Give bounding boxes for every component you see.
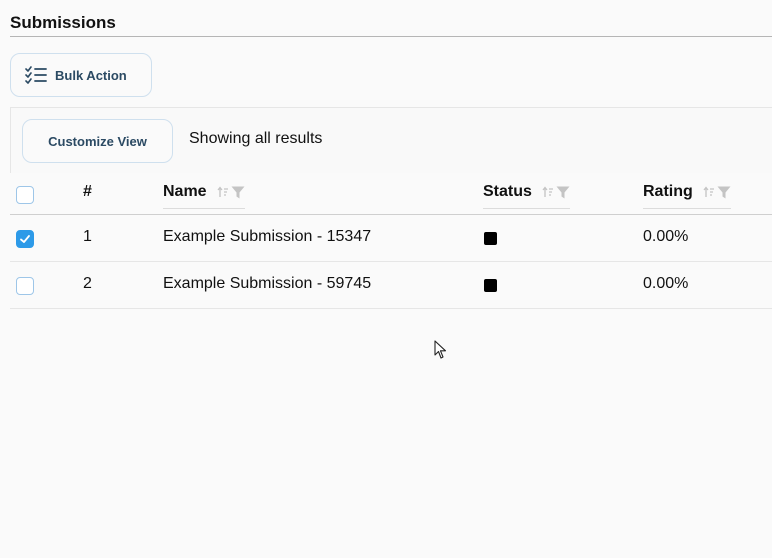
bulk-action-label: Bulk Action	[55, 67, 127, 83]
submissions-page: Submissions Bulk Action Customize View S…	[0, 0, 772, 558]
column-header-name[interactable]: Name	[163, 183, 245, 209]
view-toolbar: Customize View Showing all results	[10, 107, 772, 173]
row-name: Example Submission - 59745	[163, 275, 372, 292]
select-all-checkbox[interactable]	[16, 186, 34, 204]
row-checkbox[interactable]	[16, 277, 34, 295]
checklist-icon	[25, 66, 47, 84]
table-row[interactable]: 2 Example Submission - 59745 0.00%	[10, 262, 772, 309]
column-header-status-label: Status	[483, 183, 532, 200]
row-rating: 0.00%	[643, 275, 689, 292]
row-name: Example Submission - 15347	[163, 228, 372, 245]
filter-icon[interactable]	[717, 186, 731, 199]
submissions-table: # Name Status Rating 1 Example Submissio…	[10, 173, 772, 309]
table-row[interactable]: 1 Example Submission - 15347 0.00%	[10, 215, 772, 262]
column-header-rating-label: Rating	[643, 183, 693, 200]
page-title: Submissions	[10, 13, 116, 32]
row-number: 1	[83, 228, 92, 245]
row-number: 2	[83, 275, 92, 292]
customize-view-button[interactable]: Customize View	[22, 119, 173, 163]
filter-icon[interactable]	[556, 186, 570, 199]
bulk-action-button[interactable]: Bulk Action	[10, 53, 152, 97]
sort-icon[interactable]	[217, 186, 231, 198]
status-indicator	[484, 279, 497, 292]
column-header-status[interactable]: Status	[483, 183, 570, 209]
column-header-name-label: Name	[163, 183, 207, 200]
title-divider	[10, 36, 772, 37]
results-summary: Showing all results	[189, 130, 323, 147]
column-header-rating[interactable]: Rating	[643, 183, 731, 209]
filter-icon[interactable]	[231, 186, 245, 199]
row-rating: 0.00%	[643, 228, 689, 245]
status-indicator	[484, 232, 497, 245]
sort-icon[interactable]	[542, 186, 556, 198]
mouse-cursor-icon	[434, 340, 447, 359]
column-header-number: #	[83, 183, 92, 200]
row-checkbox[interactable]	[16, 230, 34, 248]
checkmark-icon	[20, 235, 30, 243]
table-header-row: # Name Status Rating	[10, 173, 772, 215]
sort-icon[interactable]	[703, 186, 717, 198]
